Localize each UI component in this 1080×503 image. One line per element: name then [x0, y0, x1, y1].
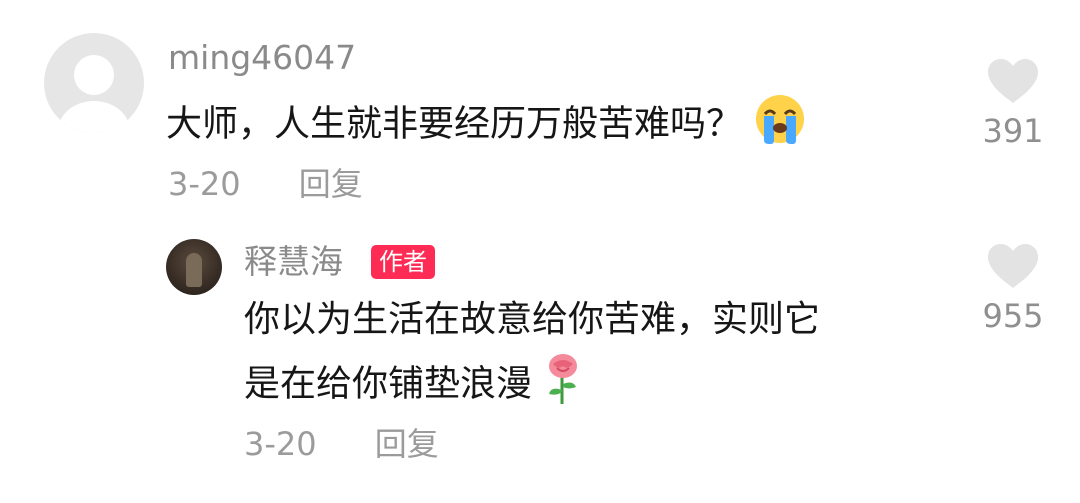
comment-meta: 3-20 回复 — [168, 164, 363, 204]
loudly-crying-face-icon — [753, 92, 807, 159]
reply-username[interactable]: 释慧海 — [244, 242, 343, 282]
heart-icon — [988, 244, 1038, 288]
reply-text-line-1: 你以为生活在故意给你苦难，实则它 — [244, 299, 821, 340]
like-button[interactable]: 391 — [958, 57, 1068, 151]
rose-icon — [543, 352, 583, 419]
avatar[interactable] — [166, 239, 222, 295]
comment-username[interactable]: ming46047 — [168, 38, 356, 78]
like-count: 955 — [982, 297, 1044, 335]
like-button[interactable]: 955 — [958, 242, 1068, 336]
default-avatar-body-icon — [58, 101, 130, 133]
reply-button[interactable]: 回复 — [375, 425, 439, 463]
default-avatar-head-icon — [74, 55, 114, 95]
reply-button[interactable]: 回复 — [299, 165, 363, 203]
author-badge: 作者 — [371, 245, 435, 279]
reply-meta: 3-20 回复 — [244, 424, 439, 464]
like-count: 391 — [982, 112, 1044, 150]
avatar[interactable] — [44, 33, 144, 133]
reply-date: 3-20 — [244, 425, 317, 463]
avatar-photo-figure — [186, 253, 202, 287]
comment-date: 3-20 — [168, 165, 241, 203]
comment-text-body: 大师，人生就非要经历万般苦难吗？ — [166, 103, 743, 145]
heart-icon — [988, 59, 1038, 103]
comment-text: 大师，人生就非要经历万般苦难吗？ — [166, 92, 807, 159]
reply-text-line-2: 是在给你铺垫浪漫 — [244, 352, 583, 419]
reply-text-body: 是在给你铺垫浪漫 — [244, 363, 533, 405]
